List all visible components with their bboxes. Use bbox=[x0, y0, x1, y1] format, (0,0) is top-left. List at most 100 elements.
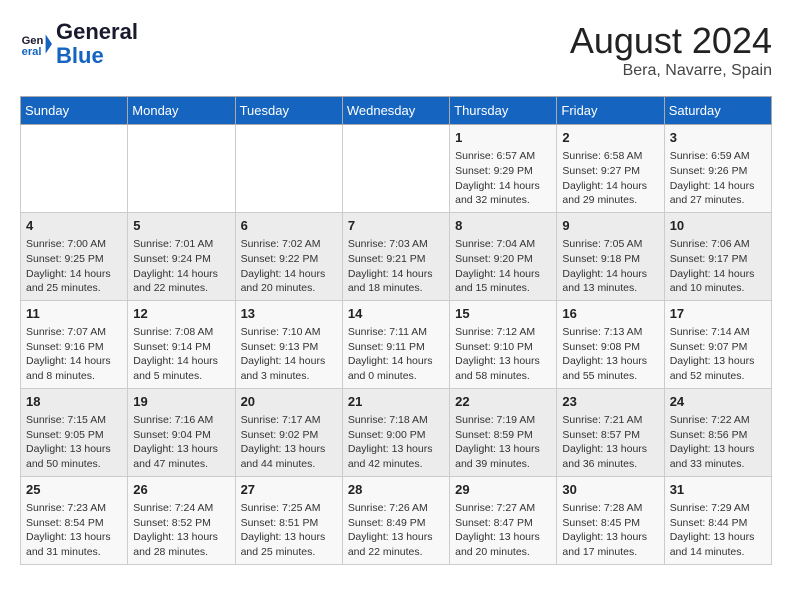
calendar-cell: 1Sunrise: 6:57 AM Sunset: 9:29 PM Daylig… bbox=[450, 125, 557, 213]
day-number: 14 bbox=[348, 305, 444, 323]
calendar-cell: 15 Sunrise: 7:12 AM Sunset: 9:10 PM Dayli… bbox=[450, 300, 557, 388]
day-info: Sunrise: 7:21 AM Sunset: 8:57 PM Dayligh… bbox=[562, 413, 658, 472]
calendar-cell: 16Sunrise: 7:13 AM Sunset: 9:08 PM Dayli… bbox=[557, 300, 664, 388]
day-number: 5 bbox=[133, 217, 229, 235]
day-number: 24 bbox=[670, 393, 766, 411]
day-info: Sunrise: 7:04 AM Sunset: 9:20 PM Dayligh… bbox=[455, 237, 551, 296]
day-number: 23 bbox=[562, 393, 658, 411]
svg-text:eral: eral bbox=[22, 46, 42, 58]
calendar-cell: 7 Sunrise: 7:03 AM Sunset: 9:21 PM Daylig… bbox=[342, 212, 449, 300]
calendar-cell: 13Sunrise: 7:10 AM Sunset: 9:13 PM Dayli… bbox=[235, 300, 342, 388]
day-info: Sunrise: 7:15 AM Sunset: 9:05 PM Dayligh… bbox=[26, 413, 122, 472]
calendar-week-row: 11 Sunrise: 7:07 AM Sunset: 9:16 PM Dayli… bbox=[21, 300, 772, 388]
calendar-cell: 12 Sunrise: 7:08 AM Sunset: 9:14 PM Dayli… bbox=[128, 300, 235, 388]
calendar-cell: 23 Sunrise: 7:21 AM Sunset: 8:57 PM Dayli… bbox=[557, 388, 664, 476]
calendar-cell: 26 Sunrise: 7:24 AM Sunset: 8:52 PM Dayli… bbox=[128, 476, 235, 564]
day-info: Sunrise: 7:25 AM Sunset: 8:51 PM Dayligh… bbox=[241, 501, 337, 560]
calendar-week-row: 25 Sunrise: 7:23 AM Sunset: 8:54 PM Dayli… bbox=[21, 476, 772, 564]
calendar-cell bbox=[21, 125, 128, 213]
day-info: Sunrise: 7:14 AM Sunset: 9:07 PM Dayligh… bbox=[670, 325, 766, 384]
weekday-header: Thursday bbox=[450, 97, 557, 125]
day-info: Sunrise: 7:10 AM Sunset: 9:13 PM Dayligh… bbox=[241, 325, 337, 384]
day-info: Sunrise: 7:01 AM Sunset: 9:24 PM Dayligh… bbox=[133, 237, 229, 296]
day-number: 7 bbox=[348, 217, 444, 235]
day-number: 15 bbox=[455, 305, 551, 323]
day-info: Sunrise: 7:19 AM Sunset: 8:59 PM Dayligh… bbox=[455, 413, 551, 472]
day-number: 30 bbox=[562, 481, 658, 499]
day-info: Sunrise: 7:02 AM Sunset: 9:22 PM Dayligh… bbox=[241, 237, 337, 296]
calendar-cell: 22Sunrise: 7:19 AM Sunset: 8:59 PM Dayli… bbox=[450, 388, 557, 476]
calendar-cell: 3 Sunrise: 6:59 AM Sunset: 9:26 PM Daylig… bbox=[664, 125, 771, 213]
page-header: Gen eral GeneralBlue August 2024 Bera, N… bbox=[20, 20, 772, 80]
day-number: 27 bbox=[241, 481, 337, 499]
calendar-cell: 31Sunrise: 7:29 AM Sunset: 8:44 PM Dayli… bbox=[664, 476, 771, 564]
day-info: Sunrise: 6:58 AM Sunset: 9:27 PM Dayligh… bbox=[562, 149, 658, 208]
calendar-cell: 11 Sunrise: 7:07 AM Sunset: 9:16 PM Dayli… bbox=[21, 300, 128, 388]
logo-text: GeneralBlue bbox=[56, 20, 138, 68]
calendar-cell: 6Sunrise: 7:02 AM Sunset: 9:22 PM Daylig… bbox=[235, 212, 342, 300]
calendar-cell: 5 Sunrise: 7:01 AM Sunset: 9:24 PM Daylig… bbox=[128, 212, 235, 300]
day-info: Sunrise: 7:13 AM Sunset: 9:08 PM Dayligh… bbox=[562, 325, 658, 384]
day-number: 26 bbox=[133, 481, 229, 499]
day-info: Sunrise: 7:07 AM Sunset: 9:16 PM Dayligh… bbox=[26, 325, 122, 384]
day-info: Sunrise: 7:27 AM Sunset: 8:47 PM Dayligh… bbox=[455, 501, 551, 560]
weekday-header: Monday bbox=[128, 97, 235, 125]
day-info: Sunrise: 7:17 AM Sunset: 9:02 PM Dayligh… bbox=[241, 413, 337, 472]
day-info: Sunrise: 7:03 AM Sunset: 9:21 PM Dayligh… bbox=[348, 237, 444, 296]
day-info: Sunrise: 7:23 AM Sunset: 8:54 PM Dayligh… bbox=[26, 501, 122, 560]
day-number: 25 bbox=[26, 481, 122, 499]
calendar-cell: 2 Sunrise: 6:58 AM Sunset: 9:27 PM Daylig… bbox=[557, 125, 664, 213]
calendar-cell: 9 Sunrise: 7:05 AM Sunset: 9:18 PM Daylig… bbox=[557, 212, 664, 300]
calendar-cell: 30 Sunrise: 7:28 AM Sunset: 8:45 PM Dayli… bbox=[557, 476, 664, 564]
day-info: Sunrise: 7:26 AM Sunset: 8:49 PM Dayligh… bbox=[348, 501, 444, 560]
day-info: Sunrise: 6:57 AM Sunset: 9:29 PM Dayligh… bbox=[455, 149, 551, 208]
calendar-cell bbox=[235, 125, 342, 213]
calendar-cell: 27 Sunrise: 7:25 AM Sunset: 8:51 PM Dayli… bbox=[235, 476, 342, 564]
calendar-table: SundayMondayTuesdayWednesdayThursdayFrid… bbox=[20, 96, 772, 565]
weekday-header: Wednesday bbox=[342, 97, 449, 125]
day-number: 29 bbox=[455, 481, 551, 499]
day-info: Sunrise: 7:11 AM Sunset: 9:11 PM Dayligh… bbox=[348, 325, 444, 384]
day-number: 11 bbox=[26, 305, 122, 323]
day-info: Sunrise: 7:29 AM Sunset: 8:44 PM Dayligh… bbox=[670, 501, 766, 560]
calendar-cell: 8 Sunrise: 7:04 AM Sunset: 9:20 PM Daylig… bbox=[450, 212, 557, 300]
day-number: 12 bbox=[133, 305, 229, 323]
title-block: August 2024 Bera, Navarre, Spain bbox=[570, 20, 772, 80]
day-info: Sunrise: 7:28 AM Sunset: 8:45 PM Dayligh… bbox=[562, 501, 658, 560]
day-number: 8 bbox=[455, 217, 551, 235]
day-number: 17 bbox=[670, 305, 766, 323]
calendar-cell: 14 Sunrise: 7:11 AM Sunset: 9:11 PM Dayli… bbox=[342, 300, 449, 388]
calendar-cell: 28Sunrise: 7:26 AM Sunset: 8:49 PM Dayli… bbox=[342, 476, 449, 564]
calendar-cell: 4Sunrise: 7:00 AM Sunset: 9:25 PM Daylig… bbox=[21, 212, 128, 300]
day-info: Sunrise: 7:12 AM Sunset: 9:10 PM Dayligh… bbox=[455, 325, 551, 384]
weekday-header: Tuesday bbox=[235, 97, 342, 125]
day-info: Sunrise: 7:05 AM Sunset: 9:18 PM Dayligh… bbox=[562, 237, 658, 296]
location: Bera, Navarre, Spain bbox=[570, 62, 772, 80]
calendar-week-row: 1Sunrise: 6:57 AM Sunset: 9:29 PM Daylig… bbox=[21, 125, 772, 213]
day-number: 2 bbox=[562, 129, 658, 147]
weekday-header: Sunday bbox=[21, 97, 128, 125]
day-info: Sunrise: 6:59 AM Sunset: 9:26 PM Dayligh… bbox=[670, 149, 766, 208]
calendar-cell bbox=[128, 125, 235, 213]
day-info: Sunrise: 7:00 AM Sunset: 9:25 PM Dayligh… bbox=[26, 237, 122, 296]
day-info: Sunrise: 7:24 AM Sunset: 8:52 PM Dayligh… bbox=[133, 501, 229, 560]
month-title: August 2024 bbox=[570, 20, 772, 62]
calendar-cell: 17 Sunrise: 7:14 AM Sunset: 9:07 PM Dayli… bbox=[664, 300, 771, 388]
day-number: 18 bbox=[26, 393, 122, 411]
day-info: Sunrise: 7:06 AM Sunset: 9:17 PM Dayligh… bbox=[670, 237, 766, 296]
logo: Gen eral GeneralBlue bbox=[20, 20, 138, 68]
calendar-cell: 21 Sunrise: 7:18 AM Sunset: 9:00 PM Dayli… bbox=[342, 388, 449, 476]
day-number: 3 bbox=[670, 129, 766, 147]
day-number: 21 bbox=[348, 393, 444, 411]
logo-icon: Gen eral bbox=[20, 28, 52, 60]
day-number: 20 bbox=[241, 393, 337, 411]
day-info: Sunrise: 7:22 AM Sunset: 8:56 PM Dayligh… bbox=[670, 413, 766, 472]
calendar-cell: 18 Sunrise: 7:15 AM Sunset: 9:05 PM Dayli… bbox=[21, 388, 128, 476]
day-info: Sunrise: 7:08 AM Sunset: 9:14 PM Dayligh… bbox=[133, 325, 229, 384]
calendar-cell: 29 Sunrise: 7:27 AM Sunset: 8:47 PM Dayli… bbox=[450, 476, 557, 564]
day-number: 9 bbox=[562, 217, 658, 235]
day-info: Sunrise: 7:16 AM Sunset: 9:04 PM Dayligh… bbox=[133, 413, 229, 472]
day-number: 10 bbox=[670, 217, 766, 235]
calendar-cell: 24 Sunrise: 7:22 AM Sunset: 8:56 PM Dayli… bbox=[664, 388, 771, 476]
day-info: Sunrise: 7:18 AM Sunset: 9:00 PM Dayligh… bbox=[348, 413, 444, 472]
